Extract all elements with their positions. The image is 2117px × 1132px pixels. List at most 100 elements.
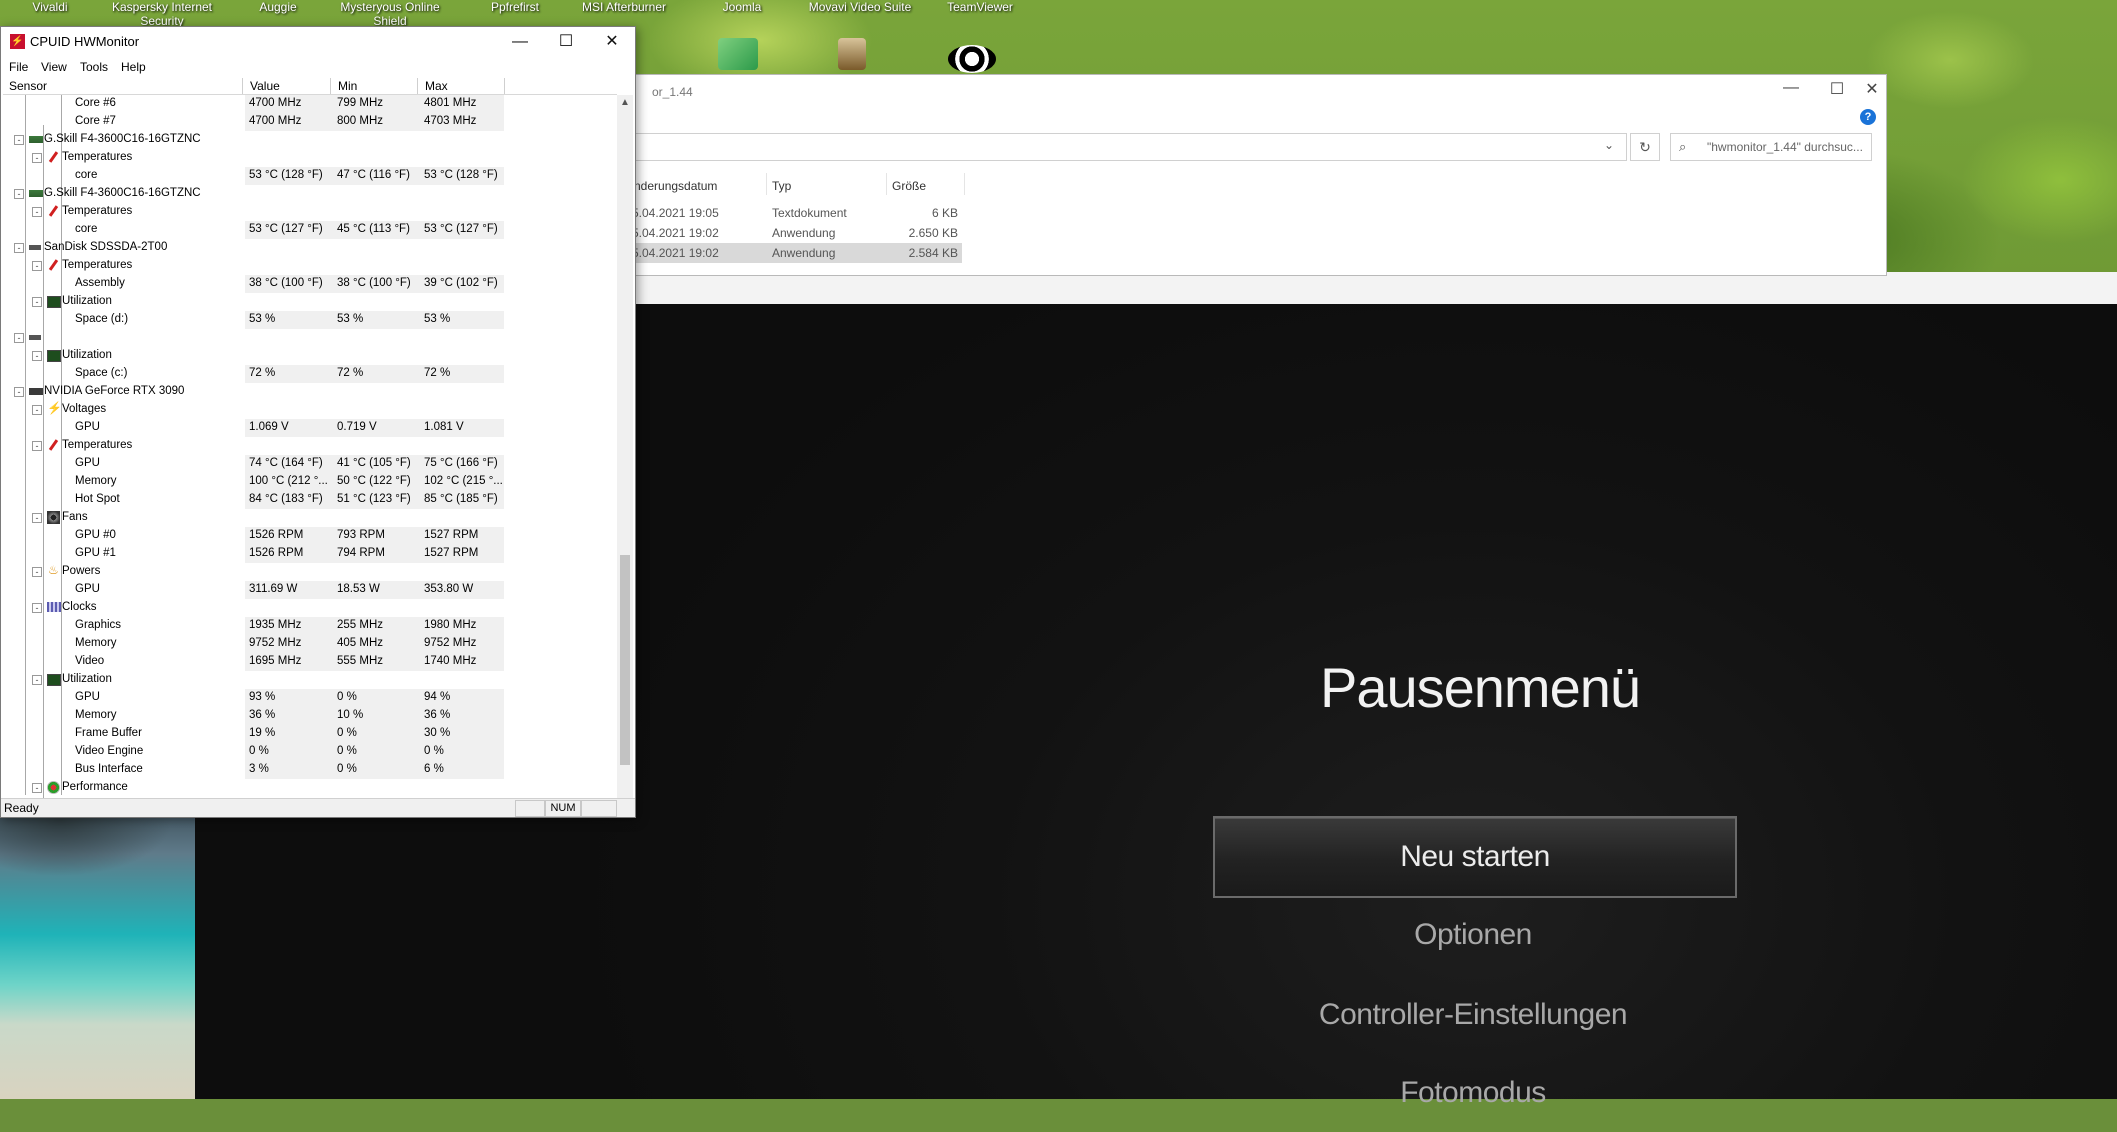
column-separator[interactable]	[886, 173, 887, 195]
desktop-icon-label[interactable]: Vivaldi	[20, 0, 80, 14]
collapse-toggle-icon[interactable]: -	[14, 189, 24, 199]
column-separator[interactable]	[964, 173, 965, 195]
collapse-toggle-icon[interactable]: -	[32, 207, 42, 217]
title-bar[interactable]: ⚡ CPUID HWMonitor — ☐ ✕	[1, 27, 635, 57]
sensor-group-row[interactable]: - Temperatures	[3, 257, 617, 275]
sensor-reading-row[interactable]: Video 1695 MHz 555 MHz 1740 MHz	[3, 653, 617, 671]
menu-file[interactable]: File	[9, 60, 28, 74]
menu-controller-settings-button[interactable]: Controller-Einstellungen	[1213, 976, 1733, 1054]
desktop-icon-label[interactable]: Mysteryous Online Shield	[332, 0, 448, 28]
column-header-type[interactable]: Typ	[772, 179, 791, 193]
sensor-reading-row[interactable]: Space (d:) 53 % 53 % 53 %	[3, 311, 617, 329]
collapse-toggle-icon[interactable]: -	[32, 351, 42, 361]
menu-help[interactable]: Help	[121, 60, 146, 74]
sensor-reading-row[interactable]: GPU 1.069 V 0.719 V 1.081 V	[3, 419, 617, 437]
hwmonitor-app-icon[interactable]: ⚡	[10, 34, 25, 49]
app-shortcut-icon[interactable]	[838, 38, 866, 70]
collapse-toggle-icon[interactable]: -	[32, 297, 42, 307]
sensor-reading-row[interactable]: GPU #1 1526 RPM 794 RPM 1527 RPM	[3, 545, 617, 563]
column-header-sensor[interactable]: Sensor	[9, 79, 47, 93]
sensor-group-row[interactable]: - Utilization	[3, 293, 617, 311]
file-row-selected[interactable]: 5.04.2021 19:02 Anwendung 2.584 KB	[626, 243, 962, 263]
close-button[interactable]: ✕	[589, 27, 635, 57]
collapse-toggle-icon[interactable]: -	[32, 675, 42, 685]
sensor-reading-row[interactable]: Memory 100 °C (212 °... 50 °C (122 °F) 102 …	[3, 473, 617, 491]
sensor-group-row[interactable]: - Utilization	[3, 347, 617, 365]
sensor-reading-row[interactable]: Core #7 4700 MHz 800 MHz 4703 MHz	[3, 113, 617, 131]
file-row[interactable]: 5.04.2021 19:05 Textdokument 6 KB	[626, 203, 962, 223]
chevron-down-icon[interactable]: ⌄	[1604, 138, 1614, 152]
sensor-group-row[interactable]: - Voltages	[3, 401, 617, 419]
search-input[interactable]: ⌕ "hwmonitor_1.44" durchsuc...	[1670, 133, 1872, 161]
sensor-reading-row[interactable]: Video Engine 0 % 0 % 0 %	[3, 743, 617, 761]
sensor-reading-row[interactable]: GPU #0 1526 RPM 793 RPM 1527 RPM	[3, 527, 617, 545]
column-header-size[interactable]: Größe	[892, 179, 926, 193]
desktop-icon-label[interactable]: Ppfrefirst	[480, 0, 550, 14]
menu-tools[interactable]: Tools	[80, 60, 108, 74]
app-shortcut-icon[interactable]	[718, 38, 758, 70]
column-separator[interactable]	[417, 78, 418, 94]
minimize-button[interactable]: —	[497, 27, 543, 57]
column-header-max[interactable]: Max	[425, 79, 448, 93]
column-separator[interactable]	[242, 78, 243, 94]
collapse-toggle-icon[interactable]: -	[32, 405, 42, 415]
sensor-group-row[interactable]: - Powers	[3, 563, 617, 581]
menu-restart-button[interactable]: Neu starten	[1213, 816, 1737, 898]
sensor-reading-row[interactable]: Memory 9752 MHz 405 MHz 9752 MHz	[3, 635, 617, 653]
sensor-reading-row[interactable]: Space (c:) 72 % 72 % 72 %	[3, 365, 617, 383]
collapse-toggle-icon[interactable]: -	[32, 261, 42, 271]
collapse-toggle-icon[interactable]: -	[32, 603, 42, 613]
eye-icon[interactable]	[948, 45, 996, 73]
sensor-reading-row[interactable]: Graphics 1935 MHz 255 MHz 1980 MHz	[3, 617, 617, 635]
desktop-icon-label[interactable]: Auggie	[248, 0, 308, 14]
menu-view[interactable]: View	[41, 60, 67, 74]
scroll-up-icon[interactable]: ▲	[617, 97, 633, 108]
help-icon[interactable]: ?	[1860, 109, 1876, 125]
sensor-reading-row[interactable]: Assembly 38 °C (100 °F) 38 °C (100 °F) 39 °…	[3, 275, 617, 293]
sensor-reading-row[interactable]: core 53 °C (127 °F) 45 °C (113 °F) 53 °C (1…	[3, 221, 617, 239]
sensor-group-row[interactable]: - Utilization	[3, 671, 617, 689]
sensor-group-row[interactable]: - Temperatures	[3, 149, 617, 167]
sensor-group-row[interactable]: -	[3, 329, 617, 347]
collapse-toggle-icon[interactable]: -	[32, 567, 42, 577]
maximize-button[interactable]: ☐	[1814, 79, 1860, 99]
column-header-value[interactable]: Value	[250, 79, 280, 93]
sensor-reading-row[interactable]: Bus Interface 3 % 0 % 6 %	[3, 761, 617, 779]
sensor-group-row[interactable]: - Fans	[3, 509, 617, 527]
sensor-group-row[interactable]: - NVIDIA GeForce RTX 3090	[3, 383, 617, 401]
desktop-icon-label[interactable]: Joomla	[712, 0, 772, 14]
sensor-reading-row[interactable]: Frame Buffer 19 % 0 % 30 %	[3, 725, 617, 743]
refresh-icon[interactable]: ↻	[1630, 133, 1660, 161]
collapse-toggle-icon[interactable]: -	[14, 387, 24, 397]
sensor-group-row[interactable]: - SanDisk SDSSDA-2T00	[3, 239, 617, 257]
desktop-icon-label[interactable]: MSI Afterburner	[576, 0, 672, 14]
collapse-toggle-icon[interactable]: -	[32, 441, 42, 451]
column-separator[interactable]	[504, 78, 505, 94]
collapse-toggle-icon[interactable]: -	[14, 135, 24, 145]
file-row[interactable]: 5.04.2021 19:02 Anwendung 2.650 KB	[626, 223, 962, 243]
column-header-min[interactable]: Min	[338, 79, 357, 93]
sensor-reading-row[interactable]: Core #6 4700 MHz 799 MHz 4801 MHz	[3, 95, 617, 113]
column-header-date[interactable]: nderungsdatum	[634, 179, 717, 193]
menu-photo-mode-button[interactable]: Fotomodus	[1213, 1054, 1733, 1132]
collapse-toggle-icon[interactable]: -	[32, 513, 42, 523]
column-separator[interactable]	[330, 78, 331, 94]
close-button[interactable]: ✕	[1860, 79, 1884, 99]
sensor-group-row[interactable]: - Temperatures	[3, 203, 617, 221]
sensor-reading-row[interactable]: GPU 74 °C (164 °F) 41 °C (105 °F) 75 °C (16…	[3, 455, 617, 473]
sensor-group-row[interactable]: - Temperatures	[3, 437, 617, 455]
sensor-group-row[interactable]: - Performance	[3, 779, 617, 797]
desktop-icon-label[interactable]: Kaspersky Internet Security	[110, 0, 214, 28]
file-row-partial[interactable]	[626, 263, 962, 273]
sensor-group-row[interactable]: - G.Skill F4-3600C16-16GTZNC	[3, 185, 617, 203]
address-bar[interactable]: ⌄	[626, 133, 1627, 161]
menu-options-button[interactable]: Optionen	[1213, 896, 1733, 974]
column-separator[interactable]	[766, 173, 767, 195]
sensor-reading-row[interactable]: GPU 311.69 W 18.53 W 353.80 W	[3, 581, 617, 599]
sensor-group-row[interactable]: - G.Skill F4-3600C16-16GTZNC	[3, 131, 617, 149]
sensor-reading-row[interactable]: Hot Spot 84 °C (183 °F) 51 °C (123 °F) 85 °…	[3, 491, 617, 509]
desktop-icon-label[interactable]: Movavi Video Suite	[800, 0, 920, 14]
sensor-reading-row[interactable]: GPU 93 % 0 % 94 %	[3, 689, 617, 707]
sensor-reading-row[interactable]: core 53 °C (128 °F) 47 °C (116 °F) 53 °C (1…	[3, 167, 617, 185]
sensor-group-row[interactable]: - Clocks	[3, 599, 617, 617]
